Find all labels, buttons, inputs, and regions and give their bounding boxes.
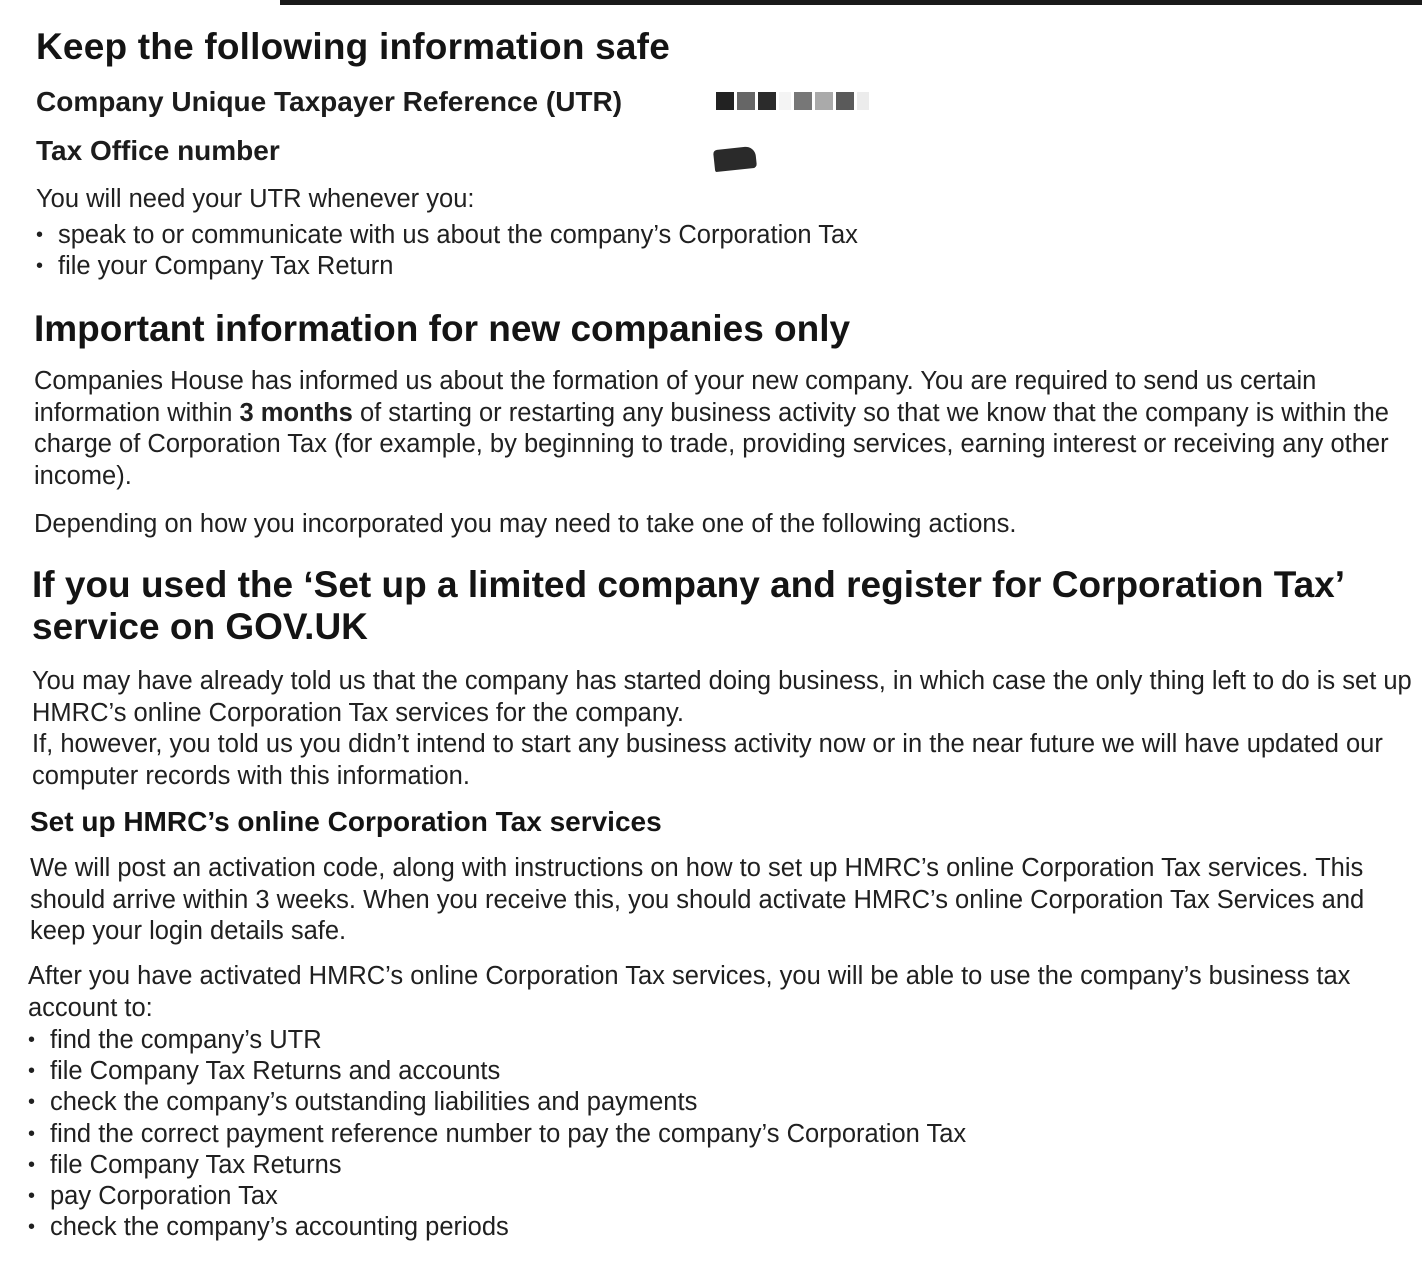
need-utr-intro: You will need your UTR whenever you: bbox=[36, 185, 475, 213]
list-item: check the company’s accounting periods bbox=[28, 1212, 1328, 1243]
list-item: find the correct payment reference numbe… bbox=[28, 1119, 1328, 1150]
need-utr-list: speak to or communicate with us about th… bbox=[36, 220, 1336, 283]
three-months-emphasis: 3 months bbox=[239, 398, 353, 427]
no-activity-paragraph: If, however, you told us you didn’t inte… bbox=[32, 730, 1383, 790]
utr-redacted-value bbox=[716, 92, 876, 110]
companies-house-paragraph: Companies House has informed us about th… bbox=[34, 366, 1416, 492]
list-item: file Company Tax Returns bbox=[28, 1150, 1328, 1181]
activation-code-paragraph: We will post an activation code, along w… bbox=[30, 854, 1365, 945]
letter-page: Keep the following information safe Comp… bbox=[0, 0, 1422, 1270]
list-item: pay Corporation Tax bbox=[28, 1181, 1328, 1212]
list-item: speak to or communicate with us about th… bbox=[36, 220, 1336, 251]
list-item: find the company’s UTR bbox=[28, 1025, 1328, 1056]
incorporation-paragraph: Depending on how you incorporated you ma… bbox=[34, 510, 1017, 538]
list-item: file your Company Tax Return bbox=[36, 251, 1336, 282]
govuk-service-heading: If you used the ‘Set up a limited compan… bbox=[32, 564, 1343, 647]
new-companies-heading: Important information for new companies … bbox=[34, 308, 851, 349]
tax-office-redacted-value bbox=[712, 145, 758, 173]
utr-label: Company Unique Taxpayer Reference (UTR) bbox=[36, 86, 623, 117]
started-business-paragraph: You may have already told us that the co… bbox=[32, 667, 1412, 727]
business-tax-account-paragraph: After you have activated HMRC’s online C… bbox=[28, 962, 1351, 1022]
keep-info-heading: Keep the following information safe bbox=[36, 26, 670, 67]
business-tax-account-list: find the company’s UTR file Company Tax … bbox=[28, 1025, 1328, 1244]
top-rule bbox=[280, 0, 1422, 5]
setup-online-services-heading: Set up HMRC’s online Corporation Tax ser… bbox=[30, 806, 662, 837]
tax-office-label: Tax Office number bbox=[36, 135, 280, 166]
list-item: check the company’s outstanding liabilit… bbox=[28, 1087, 1328, 1118]
list-item: file Company Tax Returns and accounts bbox=[28, 1056, 1328, 1087]
